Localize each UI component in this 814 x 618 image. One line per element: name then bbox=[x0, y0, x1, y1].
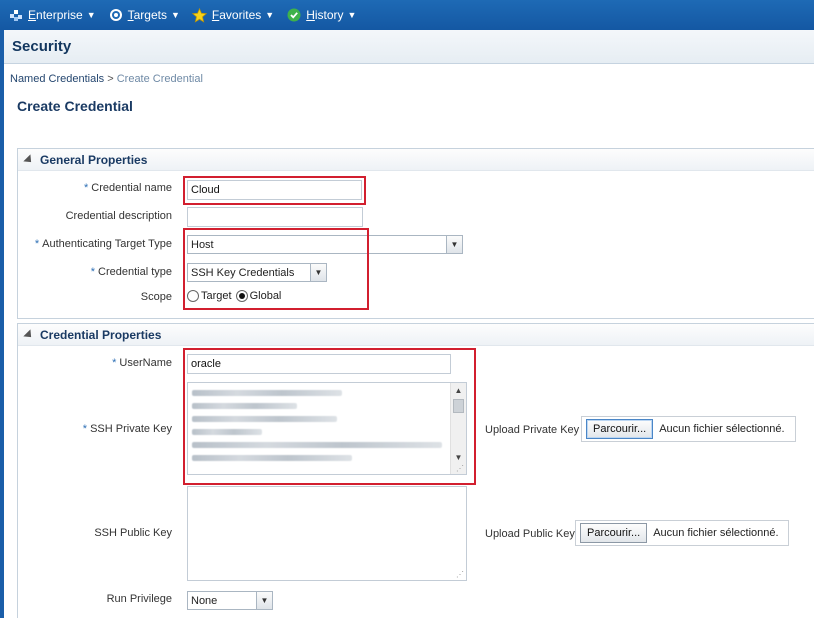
credential-type-value: SSH Key Credentials bbox=[191, 266, 295, 279]
credential-description-input[interactable] bbox=[187, 207, 363, 227]
resize-grip-icon[interactable]: ⋰ bbox=[456, 571, 464, 579]
radio-unchecked-icon[interactable] bbox=[187, 290, 199, 302]
breadcrumb: Named Credentials > Create Credential bbox=[10, 73, 203, 85]
scroll-up-icon[interactable]: ▲ bbox=[451, 383, 466, 397]
ssh-private-key-label-text: SSH Private Key bbox=[90, 423, 172, 435]
scope-radio-group: Target Global bbox=[187, 290, 285, 302]
upload-private-key-label: Upload Private Key bbox=[485, 424, 580, 436]
run-privilege-value: None bbox=[191, 594, 218, 607]
breadcrumb-separator: > bbox=[107, 73, 114, 85]
scope-global-label: Global bbox=[249, 290, 282, 302]
auth-target-type-label: * Authenticating Target Type bbox=[12, 238, 172, 250]
breadcrumb-current: Create Credential bbox=[116, 73, 203, 85]
username-input[interactable] bbox=[187, 354, 451, 374]
scroll-down-icon[interactable]: ▼ bbox=[451, 450, 466, 464]
required-marker: * bbox=[82, 423, 88, 435]
star-icon bbox=[192, 7, 208, 23]
targets-icon bbox=[108, 7, 124, 23]
collapse-triangle-icon[interactable] bbox=[23, 153, 35, 166]
form-title: Create Credential bbox=[17, 98, 133, 114]
username-label: * UserName bbox=[12, 357, 172, 369]
scope-label: Scope bbox=[140, 291, 172, 303]
redacted-key-line bbox=[192, 455, 352, 461]
public-key-file-input[interactable]: Parcourir... Aucun fichier sélectionné. bbox=[575, 520, 789, 546]
resize-grip-icon[interactable]: ⋰ bbox=[456, 465, 464, 473]
private-key-no-file-text: Aucun fichier sélectionné. bbox=[659, 423, 785, 435]
auth-target-type-value: Host bbox=[191, 238, 214, 251]
credential-description-label: Credential description bbox=[65, 210, 172, 222]
general-properties-header[interactable]: General Properties bbox=[18, 149, 814, 171]
chevron-down-icon[interactable]: ▼ bbox=[446, 236, 462, 253]
credential-properties-header[interactable]: Credential Properties bbox=[18, 324, 814, 346]
enterprise-menu[interactable]: Enterprise ▼ bbox=[8, 7, 96, 23]
private-key-file-input[interactable]: Parcourir... Aucun fichier sélectionné. bbox=[581, 416, 796, 442]
targets-menu[interactable]: Targets ▼ bbox=[108, 7, 180, 23]
scroll-thumb[interactable] bbox=[453, 399, 464, 413]
chevron-down-icon[interactable]: ▼ bbox=[256, 592, 272, 609]
ssh-private-key-textarea[interactable]: ▲ ▼ ⋰ bbox=[187, 382, 467, 475]
chevron-down-icon: ▼ bbox=[265, 10, 275, 20]
radio-checked-icon[interactable] bbox=[235, 290, 248, 302]
credential-type-select[interactable]: SSH Key Credentials ▼ bbox=[187, 263, 327, 282]
redacted-key-line bbox=[192, 442, 442, 448]
history-menu-label: History bbox=[306, 8, 344, 22]
chevron-down-icon[interactable]: ▼ bbox=[310, 264, 326, 281]
vertical-scrollbar[interactable]: ▲ ▼ bbox=[450, 383, 466, 474]
credential-name-label: * Credential name bbox=[12, 182, 172, 194]
targets-menu-label: Targets bbox=[127, 8, 167, 22]
run-privilege-select[interactable]: None ▼ bbox=[187, 591, 273, 610]
chevron-down-icon: ▼ bbox=[347, 10, 357, 20]
credential-type-label-text: Credential type bbox=[98, 266, 172, 278]
page-header: Security bbox=[4, 30, 814, 64]
left-rail bbox=[0, 30, 4, 618]
username-label-text: UserName bbox=[119, 357, 172, 369]
auth-target-type-select[interactable]: Host ▼ bbox=[187, 235, 463, 254]
page-title: Security bbox=[12, 38, 72, 55]
scope-radio-global[interactable]: Global bbox=[235, 290, 282, 302]
global-menu-bar: Enterprise ▼ Targets ▼ Favorites ▼ Histo… bbox=[0, 0, 814, 30]
required-marker: * bbox=[90, 266, 95, 278]
upload-public-key-label: Upload Public Key bbox=[485, 528, 575, 540]
required-marker: * bbox=[84, 182, 89, 194]
favorites-menu-label: Favorites bbox=[211, 8, 262, 22]
collapse-triangle-icon[interactable] bbox=[23, 328, 35, 341]
ssh-public-key-label: SSH Public Key bbox=[94, 527, 172, 539]
credential-name-label-text: Credential name bbox=[91, 182, 172, 194]
redacted-key-line bbox=[192, 390, 342, 396]
chevron-down-icon: ▼ bbox=[86, 10, 96, 20]
required-marker: * bbox=[112, 357, 117, 369]
browse-public-key-button[interactable]: Parcourir... bbox=[580, 523, 648, 543]
chevron-down-icon: ▼ bbox=[170, 10, 180, 20]
scope-radio-target[interactable]: Target bbox=[187, 290, 232, 302]
redacted-key-line bbox=[192, 416, 337, 422]
redacted-key-line bbox=[192, 403, 297, 409]
breadcrumb-named-credentials[interactable]: Named Credentials bbox=[10, 73, 104, 85]
credential-name-input[interactable] bbox=[187, 180, 362, 200]
history-icon bbox=[286, 7, 302, 23]
auth-target-type-label-text: Authenticating Target Type bbox=[42, 238, 172, 250]
history-menu[interactable]: History ▼ bbox=[286, 7, 356, 23]
ssh-private-key-label: * SSH Private Key bbox=[12, 423, 172, 435]
run-privilege-label: Run Privilege bbox=[106, 593, 172, 605]
credential-type-label: * Credential type bbox=[12, 266, 172, 278]
enterprise-menu-label: Enterprise bbox=[28, 8, 83, 22]
favorites-menu[interactable]: Favorites ▼ bbox=[192, 7, 274, 23]
redacted-key-line bbox=[192, 429, 262, 435]
public-key-no-file-text: Aucun fichier sélectionné. bbox=[653, 527, 779, 539]
enterprise-icon bbox=[8, 7, 24, 23]
required-marker: * bbox=[34, 238, 40, 250]
ssh-public-key-textarea[interactable]: ⋰ bbox=[187, 486, 467, 581]
credential-properties-title: Credential Properties bbox=[40, 327, 162, 342]
browse-private-key-button[interactable]: Parcourir... bbox=[586, 419, 654, 439]
general-properties-title: General Properties bbox=[40, 152, 148, 167]
scope-target-label: Target bbox=[201, 290, 232, 302]
